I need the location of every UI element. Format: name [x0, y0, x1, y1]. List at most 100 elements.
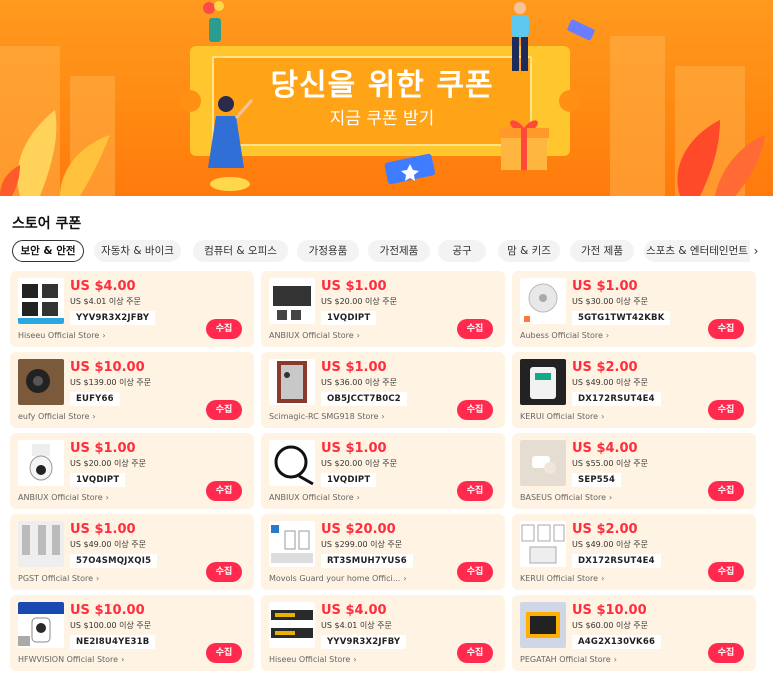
product-thumbnail[interactable]	[18, 602, 64, 648]
coupon-condition: US $30.00 이상 주문	[572, 297, 648, 306]
coupon-amount: US $10.00	[572, 603, 647, 618]
store-name: Scimagic-RC SMG918 Store	[269, 412, 379, 421]
store-link[interactable]: KERUI Official Store ›	[520, 574, 670, 583]
coupon-code: DX172RSUT4E4	[572, 554, 661, 568]
coupon-code: A4G2X130VK66	[572, 635, 662, 649]
store-link[interactable]: PGST Official Store ›	[18, 574, 168, 583]
collect-button[interactable]: 수집	[457, 562, 493, 582]
collect-button[interactable]: 수집	[206, 481, 242, 501]
tab-sports-entertainment[interactable]: 스포츠 & 엔터테인먼트	[644, 240, 750, 262]
collect-button[interactable]: 수집	[708, 319, 744, 339]
store-link[interactable]: Movols Guard your home Offici... ›	[269, 574, 419, 583]
person-with-balloon-icon	[203, 1, 224, 42]
coupon-code: YYV9R3X2JFBY	[70, 311, 156, 325]
gift-box-icon	[499, 120, 549, 170]
tab-automotive[interactable]: 자동차 & 바이크	[94, 240, 181, 262]
product-thumbnail[interactable]	[520, 440, 566, 486]
coupon-condition: US $36.00 이상 주문	[321, 378, 397, 387]
tab-appliances[interactable]: 가전제품	[368, 240, 430, 262]
store-link[interactable]: Aubess Official Store ›	[520, 331, 670, 340]
coupon-card[interactable]: US $10.00 US $100.00 이상 주문 NE2I8U4YE31B HFW…	[10, 595, 254, 671]
product-thumbnail[interactable]	[520, 359, 566, 405]
coupon-code: 1VQDIPT	[70, 473, 126, 487]
collect-button[interactable]: 수집	[457, 400, 493, 420]
coupon-amount: US $1.00	[321, 279, 387, 294]
tab-security[interactable]: 보안 & 안전	[12, 240, 84, 262]
store-name: ANBIUX Official Store	[269, 493, 354, 502]
product-thumbnail[interactable]	[520, 278, 566, 324]
store-link[interactable]: Hiseeu Official Store ›	[18, 331, 168, 340]
store-name: HFWVISION Official Store	[18, 655, 119, 664]
product-thumbnail[interactable]	[269, 359, 315, 405]
store-name: KERUI Official Store	[520, 412, 599, 421]
coupon-card[interactable]: US $1.00 US $20.00 이상 주문 1VQDIPT ANBIUX Off…	[261, 433, 505, 509]
coupon-amount: US $10.00	[70, 360, 145, 375]
collect-button[interactable]: 수집	[708, 643, 744, 663]
coupon-card[interactable]: US $10.00 US $60.00 이상 주문 A4G2X130VK66 PEGA…	[512, 595, 756, 671]
coupon-card[interactable]: US $4.00 US $4.01 이상 주문 YYV9R3X2JFBY Hiseeu…	[10, 271, 254, 347]
coupon-card[interactable]: US $2.00 US $49.00 이상 주문 DX172RSUT4E4 KERUI…	[512, 352, 756, 428]
product-thumbnail[interactable]	[269, 440, 315, 486]
coupon-card[interactable]: US $1.00 US $20.00 이상 주문 1VQDIPT ANBIUX Off…	[10, 433, 254, 509]
coupon-code: EUFY66	[70, 392, 120, 406]
coupon-condition: US $20.00 이상 주문	[321, 297, 397, 306]
building-shape	[610, 36, 665, 196]
banner-title: 당신을 위한 쿠폰	[270, 68, 494, 103]
store-link[interactable]: Scimagic-RC SMG918 Store ›	[269, 412, 419, 421]
coupon-card[interactable]: US $20.00 US $299.00 이상 주문 RT3SMUH7YUS6 Mov…	[261, 514, 505, 590]
tab-mom-kids[interactable]: 맘 & 키즈	[498, 240, 560, 262]
coupon-condition: US $100.00 이상 주문	[70, 621, 152, 630]
product-thumbnail[interactable]	[269, 602, 315, 648]
collect-button[interactable]: 수집	[206, 319, 242, 339]
coupon-card[interactable]: US $4.00 US $55.00 이상 주문 SEP554 BASEUS Offi…	[512, 433, 756, 509]
tab-home[interactable]: 가정용품	[297, 240, 359, 262]
coupon-card[interactable]: US $1.00 US $30.00 이상 주문 5GTG1TWT42KBK Aube…	[512, 271, 756, 347]
product-thumbnail[interactable]	[18, 278, 64, 324]
store-link[interactable]: HFWVISION Official Store ›	[18, 655, 168, 664]
chevron-right-icon[interactable]: ›	[750, 240, 762, 262]
store-name: PEGATAH Official Store	[520, 655, 611, 664]
promo-banner[interactable]: 당신을 위한 쿠폰 지금 쿠폰 받기	[0, 0, 773, 196]
product-thumbnail[interactable]	[520, 602, 566, 648]
coupon-card[interactable]: US $10.00 US $139.00 이상 주문 EUFY66 eufy Offi…	[10, 352, 254, 428]
store-link[interactable]: ANBIUX Official Store ›	[269, 331, 419, 340]
store-name: Movols Guard your home Offici...	[269, 574, 401, 583]
collect-button[interactable]: 수집	[206, 400, 242, 420]
tab-electronics[interactable]: 가전 제품	[570, 240, 634, 262]
collect-button[interactable]: 수집	[457, 643, 493, 663]
coupon-condition: US $55.00 이상 주문	[572, 459, 648, 468]
coupon-card[interactable]: US $1.00 US $20.00 이상 주문 1VQDIPT ANBIUX Off…	[261, 271, 505, 347]
collect-button[interactable]: 수집	[708, 481, 744, 501]
store-link[interactable]: BASEUS Official Store ›	[520, 493, 670, 502]
store-link[interactable]: KERUI Official Store ›	[520, 412, 670, 421]
store-link[interactable]: Hiseeu Official Store ›	[269, 655, 419, 664]
collect-button[interactable]: 수집	[708, 400, 744, 420]
product-thumbnail[interactable]	[18, 440, 64, 486]
coupon-code: DX172RSUT4E4	[572, 392, 661, 406]
collect-button[interactable]: 수집	[457, 481, 493, 501]
collect-button[interactable]: 수집	[206, 562, 242, 582]
tab-tools[interactable]: 공구	[438, 240, 486, 262]
product-thumbnail[interactable]	[269, 521, 315, 567]
coupon-card[interactable]: US $4.00 US $4.01 이상 주문 YYV9R3X2JFBY Hiseeu…	[261, 595, 505, 671]
collect-button[interactable]: 수집	[206, 643, 242, 663]
coupon-card[interactable]: US $2.00 US $49.00 이상 주문 DX172RSUT4E4 KERUI…	[512, 514, 756, 590]
coupon-condition: US $20.00 이상 주문	[321, 459, 397, 468]
tab-computer-office[interactable]: 컴퓨터 & 오피스	[193, 240, 288, 262]
store-link[interactable]: ANBIUX Official Store ›	[269, 493, 419, 502]
chevron-right-icon: ›	[356, 331, 360, 340]
coupon-card[interactable]: US $1.00 US $36.00 이상 주문 OB5JCCT7B0C2 Scima…	[261, 352, 505, 428]
product-thumbnail[interactable]	[18, 521, 64, 567]
collect-button[interactable]: 수집	[457, 319, 493, 339]
coupon-code: SEP554	[572, 473, 622, 487]
product-thumbnail[interactable]	[520, 521, 566, 567]
coupon-card[interactable]: US $1.00 US $49.00 이상 주문 57O4SMQJXQI5 PGST …	[10, 514, 254, 590]
store-link[interactable]: PEGATAH Official Store ›	[520, 655, 670, 664]
collect-button[interactable]: 수집	[708, 562, 744, 582]
product-thumbnail[interactable]	[269, 278, 315, 324]
store-link[interactable]: eufy Official Store ›	[18, 412, 168, 421]
product-thumbnail[interactable]	[18, 359, 64, 405]
ticket-icon	[384, 153, 435, 185]
store-link[interactable]: ANBIUX Official Store ›	[18, 493, 168, 502]
person-with-phone-icon	[511, 2, 529, 71]
